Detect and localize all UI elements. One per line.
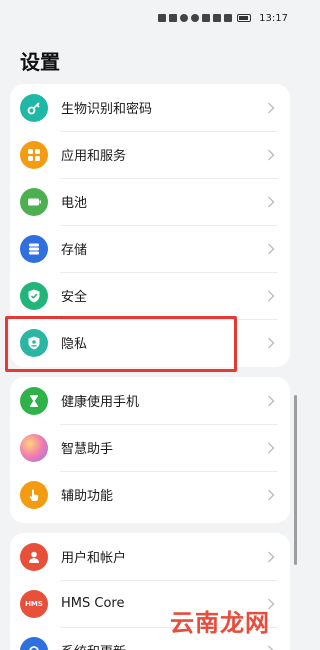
settings-item-biometrics[interactable]: 生物识别和密码 bbox=[10, 84, 290, 131]
settings-item-label: 用户和帐户 bbox=[61, 551, 127, 566]
settings-item-label: 系统和更新 bbox=[61, 641, 264, 650]
apps-icon bbox=[20, 140, 48, 169]
chevron-right-icon bbox=[264, 195, 278, 209]
settings-item-users-accounts[interactable]: 用户和帐户 bbox=[10, 533, 290, 580]
shield-icon bbox=[20, 281, 48, 310]
status-bar: 13:17 bbox=[0, 0, 300, 36]
chevron-right-icon bbox=[264, 101, 278, 115]
assistant-icon bbox=[20, 433, 48, 462]
settings-item-security[interactable]: 安全 bbox=[10, 272, 290, 319]
chevron-right-icon bbox=[264, 148, 278, 162]
settings-item-label: 生物识别和密码 bbox=[61, 102, 153, 117]
vibrate-icon bbox=[224, 14, 233, 22]
chevron-right-icon bbox=[264, 488, 278, 502]
chevron-right-icon bbox=[264, 550, 278, 564]
battery-icon bbox=[20, 187, 48, 216]
settings-item-label: 应用和服务 bbox=[61, 149, 127, 164]
chevron-right-icon bbox=[264, 394, 278, 408]
chevron-right-icon bbox=[264, 644, 278, 650]
key-icon bbox=[20, 93, 48, 122]
wifi-icon bbox=[180, 14, 189, 22]
user-icon bbox=[20, 542, 48, 571]
settings-item-label: 健康使用手机 bbox=[61, 395, 140, 410]
settings-item-label: 安全 bbox=[61, 290, 88, 305]
battery-status-icon bbox=[237, 14, 252, 22]
signal-icon bbox=[169, 14, 178, 22]
settings-group-2: 健康使用手机 智慧助手 辅助功能 bbox=[10, 377, 290, 523]
status-time: 13:17 bbox=[259, 12, 288, 24]
chevron-right-icon bbox=[264, 242, 278, 256]
chevron-right-icon bbox=[264, 441, 278, 455]
settings-item-apps[interactable]: 应用和服务 bbox=[10, 131, 290, 178]
hand-icon bbox=[20, 480, 48, 509]
hourglass-icon bbox=[20, 386, 48, 415]
chevron-right-icon bbox=[264, 336, 278, 350]
system-icon bbox=[20, 636, 48, 650]
settings-item-assistant[interactable]: 智慧助手 bbox=[10, 424, 290, 471]
settings-item-label: 存储 bbox=[61, 243, 88, 258]
settings-item-label: 辅助功能 bbox=[61, 489, 114, 504]
settings-item-label: 电池 bbox=[61, 196, 88, 211]
scrollbar[interactable] bbox=[294, 395, 297, 565]
chevron-right-icon bbox=[264, 289, 278, 303]
settings-item-accessibility[interactable]: 辅助功能 bbox=[10, 471, 290, 518]
privacy-highlight-box bbox=[5, 316, 237, 372]
nfc-icon bbox=[202, 14, 211, 22]
settings-item-digital-balance[interactable]: 健康使用手机 bbox=[10, 377, 290, 424]
watermark-logo: 云南龙网 bbox=[170, 608, 270, 637]
storage-icon bbox=[20, 234, 48, 263]
settings-item-storage[interactable]: 存储 bbox=[10, 225, 290, 272]
settings-item-battery[interactable]: 电池 bbox=[10, 178, 290, 225]
page-title: 设置 bbox=[20, 50, 60, 74]
status-icons bbox=[158, 14, 252, 22]
settings-item-label: 智慧助手 bbox=[61, 442, 114, 457]
sim-icon bbox=[158, 14, 167, 22]
hms-icon: HMS bbox=[20, 589, 48, 618]
app-icon bbox=[191, 14, 200, 22]
bluetooth-icon bbox=[213, 14, 222, 22]
